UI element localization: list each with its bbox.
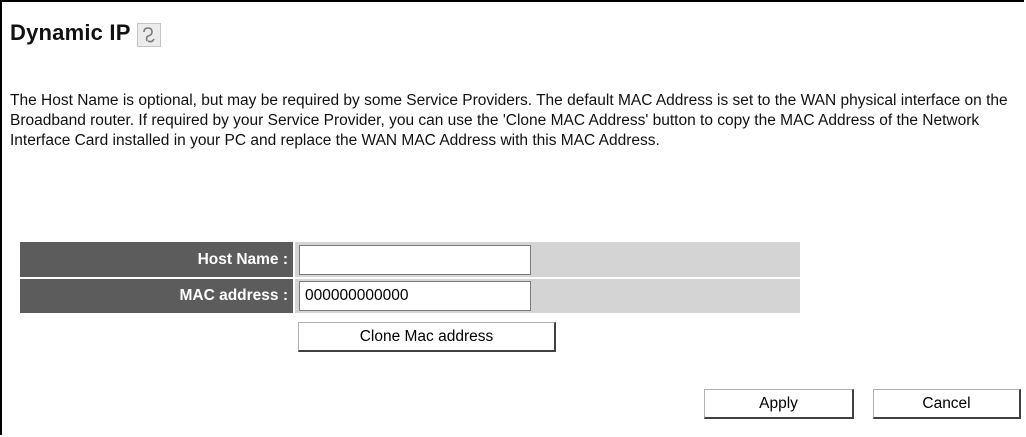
host-name-label: Host Name : — [20, 242, 295, 279]
host-name-cell — [294, 242, 800, 279]
description-text: The Host Name is optional, but may be re… — [10, 92, 1008, 149]
help-icon[interactable] — [136, 23, 161, 47]
cancel-button[interactable]: Cancel — [873, 389, 1021, 419]
mac-address-cell — [294, 278, 800, 315]
page-title: Dynamic IP — [10, 20, 131, 45]
wan-settings-form: Host Name : MAC address : — [20, 242, 800, 315]
apply-button[interactable]: Apply — [704, 389, 854, 419]
clone-mac-address-button[interactable]: Clone Mac address — [298, 322, 556, 352]
content-frame — [0, 0, 1024, 435]
title-row: Dynamic IP — [10, 18, 161, 48]
host-name-input[interactable] — [299, 244, 531, 275]
mac-address-input[interactable] — [299, 281, 531, 311]
help-icon-glyph — [142, 27, 155, 43]
mac-address-label: MAC address : — [20, 278, 295, 315]
host-name-row: Host Name : — [20, 242, 800, 279]
mac-address-row: MAC address : — [20, 278, 800, 315]
